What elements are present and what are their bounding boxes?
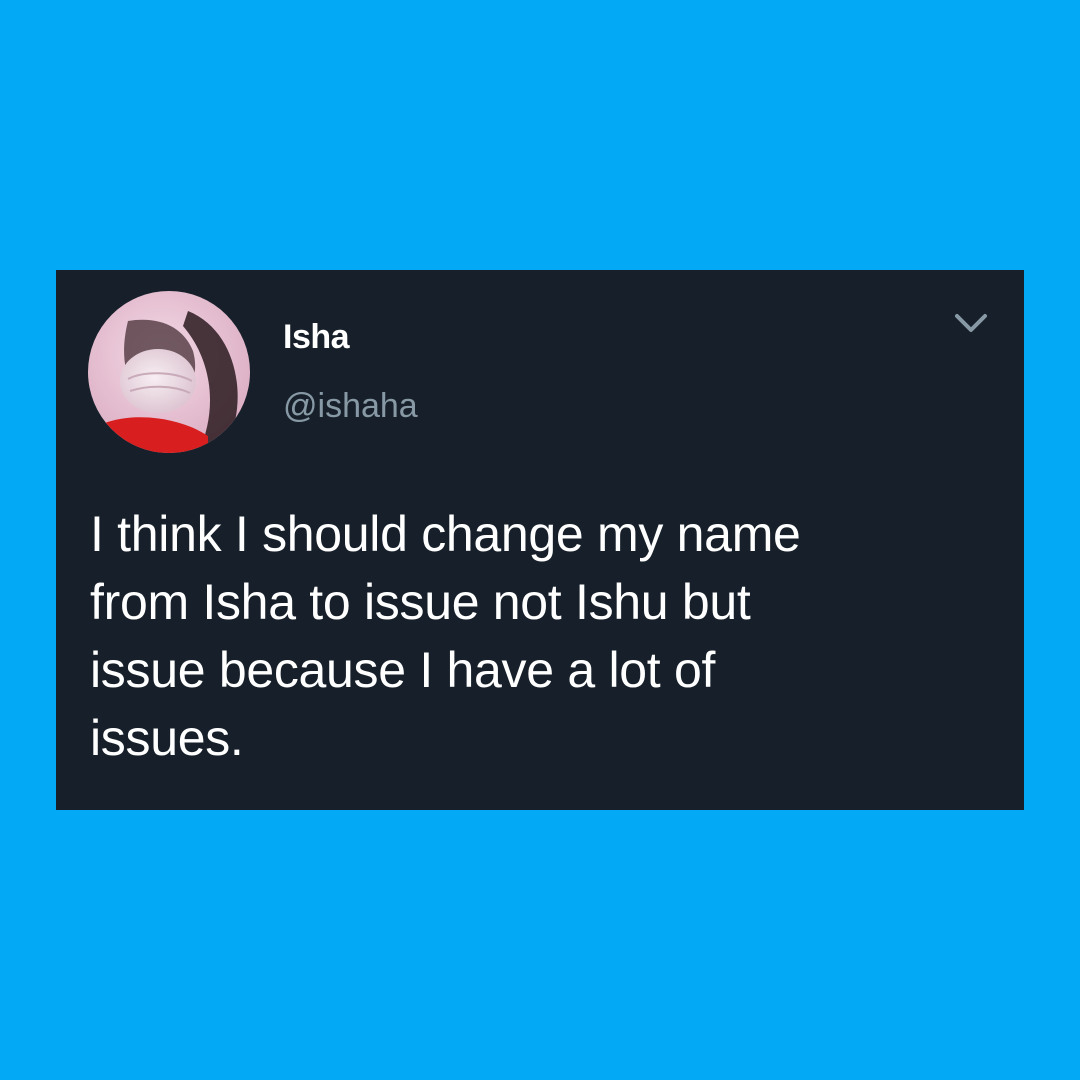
- tweet-menu-button[interactable]: [949, 306, 993, 342]
- avatar[interactable]: [88, 291, 250, 453]
- author-handle[interactable]: @ishaha: [283, 387, 418, 426]
- tweet-body-text: I think I should change my name from Ish…: [90, 506, 801, 766]
- profile-photo-icon: [88, 291, 250, 453]
- tweet-card: Isha @ishaha I think I should change my …: [56, 270, 1024, 810]
- author-display-name[interactable]: Isha: [283, 318, 350, 357]
- chevron-down-icon: [955, 314, 987, 332]
- page-background: Isha @ishaha I think I should change my …: [0, 0, 1080, 1080]
